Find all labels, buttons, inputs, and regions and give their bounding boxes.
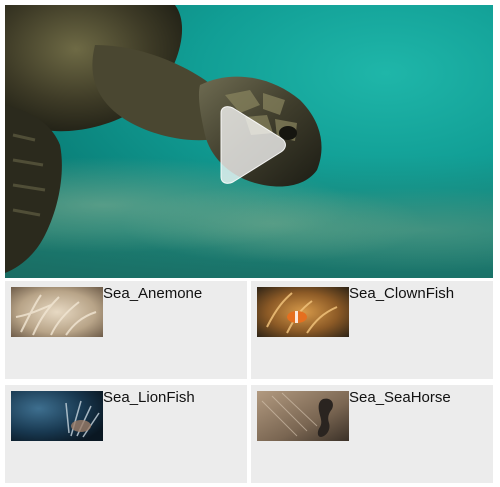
video-thumbnail[interactable]	[257, 287, 349, 337]
video-item-sea-anemone[interactable]: Sea_Anemone	[5, 281, 247, 379]
video-item-sea-clownfish[interactable]: Sea_ClownFish	[251, 281, 493, 379]
video-title[interactable]: Sea_ClownFish	[349, 285, 454, 302]
video-player[interactable]	[5, 5, 493, 278]
video-item-sea-lionfish[interactable]: Sea_LionFish	[5, 385, 247, 483]
video-title[interactable]: Sea_LionFish	[103, 389, 195, 406]
video-item-sea-seahorse[interactable]: Sea_SeaHorse	[251, 385, 493, 483]
video-title[interactable]: Sea_Anemone	[103, 285, 202, 302]
video-thumbnail[interactable]	[11, 391, 103, 441]
video-thumbnail[interactable]	[11, 287, 103, 337]
video-list: Sea_Anemone Sea_ClownFish Sea_LionFish S…	[5, 281, 493, 485]
play-icon[interactable]	[211, 105, 287, 185]
video-thumbnail[interactable]	[257, 391, 349, 441]
video-title[interactable]: Sea_SeaHorse	[349, 389, 451, 406]
